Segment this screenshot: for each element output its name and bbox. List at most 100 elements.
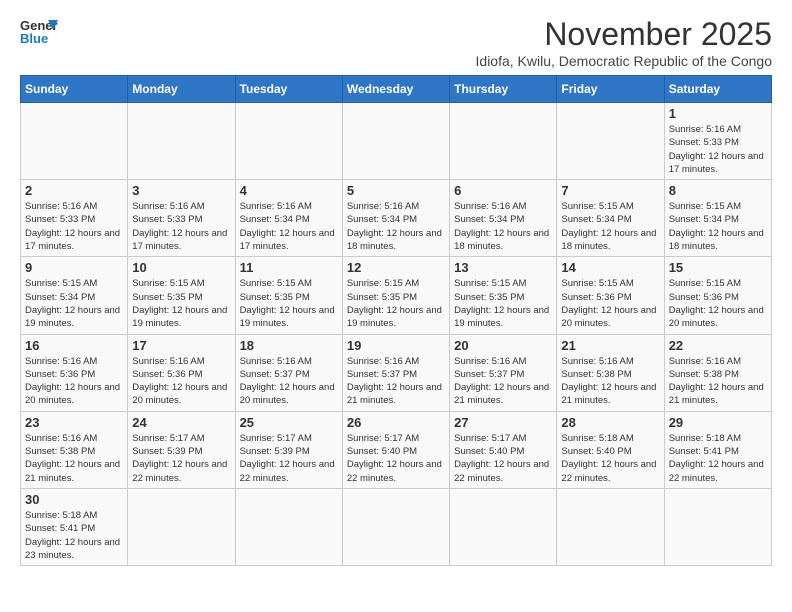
day-number: 21 (561, 338, 659, 353)
calendar-week-row: 2Sunrise: 5:16 AM Sunset: 5:33 PM Daylig… (21, 180, 772, 257)
calendar-table: SundayMondayTuesdayWednesdayThursdayFrid… (20, 75, 772, 566)
day-info: Sunrise: 5:16 AM Sunset: 5:37 PM Dayligh… (347, 355, 445, 408)
day-number: 1 (669, 106, 767, 121)
day-number: 7 (561, 183, 659, 198)
calendar-day-cell: 1 Sunrise: 5:16 AM Sunset: 5:33 PM Daylig… (664, 103, 771, 180)
day-number: 26 (347, 415, 445, 430)
day-info: Sunrise: 5:15 AM Sunset: 5:35 PM Dayligh… (347, 277, 445, 330)
calendar-day-cell (128, 488, 235, 565)
calendar-day-cell: 7 Sunrise: 5:15 AM Sunset: 5:34 PM Daylig… (557, 180, 664, 257)
day-info: Sunrise: 5:16 AM Sunset: 5:34 PM Dayligh… (347, 200, 445, 253)
calendar-header-row: SundayMondayTuesdayWednesdayThursdayFrid… (21, 76, 772, 103)
day-number: 2 (25, 183, 123, 198)
day-info: Sunrise: 5:16 AM Sunset: 5:36 PM Dayligh… (25, 355, 123, 408)
day-number: 15 (669, 260, 767, 275)
day-info: Sunrise: 5:16 AM Sunset: 5:34 PM Dayligh… (240, 200, 338, 253)
calendar-week-row: 9Sunrise: 5:15 AM Sunset: 5:34 PM Daylig… (21, 257, 772, 334)
calendar-day-cell: 26Sunrise: 5:17 AM Sunset: 5:40 PM Dayli… (342, 411, 449, 488)
day-info: Sunrise: 5:15 AM Sunset: 5:35 PM Dayligh… (132, 277, 230, 330)
calendar-day-cell: 22Sunrise: 5:16 AM Sunset: 5:38 PM Dayli… (664, 334, 771, 411)
day-number: 17 (132, 338, 230, 353)
day-number: 18 (240, 338, 338, 353)
calendar-day-cell (557, 103, 664, 180)
day-number: 12 (347, 260, 445, 275)
logo: General Blue (20, 16, 58, 46)
calendar-day-cell (342, 103, 449, 180)
day-number: 22 (669, 338, 767, 353)
calendar-day-cell: 9Sunrise: 5:15 AM Sunset: 5:34 PM Daylig… (21, 257, 128, 334)
day-number: 11 (240, 260, 338, 275)
calendar-day-cell: 3Sunrise: 5:16 AM Sunset: 5:33 PM Daylig… (128, 180, 235, 257)
general-blue-logo-icon: General Blue (20, 16, 58, 46)
day-of-week-header: Thursday (450, 76, 557, 103)
day-number: 8 (669, 183, 767, 198)
calendar-day-cell: 13Sunrise: 5:15 AM Sunset: 5:35 PM Dayli… (450, 257, 557, 334)
calendar-day-cell: 8 Sunrise: 5:15 AM Sunset: 5:34 PM Daylig… (664, 180, 771, 257)
day-info: Sunrise: 5:15 AM Sunset: 5:34 PM Dayligh… (561, 200, 659, 253)
day-number: 30 (25, 492, 123, 507)
day-info: Sunrise: 5:15 AM Sunset: 5:34 PM Dayligh… (25, 277, 123, 330)
calendar-day-cell (557, 488, 664, 565)
calendar-day-cell: 15 Sunrise: 5:15 AM Sunset: 5:36 PM Dayli… (664, 257, 771, 334)
calendar-day-cell: 11Sunrise: 5:15 AM Sunset: 5:35 PM Dayli… (235, 257, 342, 334)
day-of-week-header: Monday (128, 76, 235, 103)
day-number: 13 (454, 260, 552, 275)
calendar-day-cell: 27 Sunrise: 5:17 AM Sunset: 5:40 PM Dayli… (450, 411, 557, 488)
calendar-week-row: 16 Sunrise: 5:16 AM Sunset: 5:36 PM Dayli… (21, 334, 772, 411)
day-info: Sunrise: 5:17 AM Sunset: 5:39 PM Dayligh… (132, 432, 230, 485)
day-number: 5 (347, 183, 445, 198)
calendar-day-cell: 23Sunrise: 5:16 AM Sunset: 5:38 PM Dayli… (21, 411, 128, 488)
calendar-day-cell: 16 Sunrise: 5:16 AM Sunset: 5:36 PM Dayli… (21, 334, 128, 411)
day-number: 28 (561, 415, 659, 430)
calendar-day-cell: 14Sunrise: 5:15 AM Sunset: 5:36 PM Dayli… (557, 257, 664, 334)
calendar-day-cell: 4 Sunrise: 5:16 AM Sunset: 5:34 PM Daylig… (235, 180, 342, 257)
day-info: Sunrise: 5:16 AM Sunset: 5:33 PM Dayligh… (669, 123, 767, 176)
day-info: Sunrise: 5:16 AM Sunset: 5:36 PM Dayligh… (132, 355, 230, 408)
day-number: 24 (132, 415, 230, 430)
calendar-day-cell: 19Sunrise: 5:16 AM Sunset: 5:37 PM Dayli… (342, 334, 449, 411)
calendar-week-row: 23Sunrise: 5:16 AM Sunset: 5:38 PM Dayli… (21, 411, 772, 488)
day-number: 6 (454, 183, 552, 198)
title-block: November 2025 Idiofa, Kwilu, Democratic … (476, 16, 772, 69)
calendar-day-cell (664, 488, 771, 565)
day-of-week-header: Wednesday (342, 76, 449, 103)
day-info: Sunrise: 5:17 AM Sunset: 5:40 PM Dayligh… (454, 432, 552, 485)
svg-text:Blue: Blue (20, 31, 48, 46)
calendar-day-cell: 29 Sunrise: 5:18 AM Sunset: 5:41 PM Dayli… (664, 411, 771, 488)
calendar-day-cell (342, 488, 449, 565)
day-info: Sunrise: 5:16 AM Sunset: 5:34 PM Dayligh… (454, 200, 552, 253)
day-info: Sunrise: 5:16 AM Sunset: 5:38 PM Dayligh… (25, 432, 123, 485)
day-number: 16 (25, 338, 123, 353)
calendar-day-cell (450, 488, 557, 565)
calendar-day-cell: 5 Sunrise: 5:16 AM Sunset: 5:34 PM Daylig… (342, 180, 449, 257)
day-info: Sunrise: 5:16 AM Sunset: 5:37 PM Dayligh… (454, 355, 552, 408)
calendar-day-cell: 30 Sunrise: 5:18 AM Sunset: 5:41 PM Dayli… (21, 488, 128, 565)
calendar-day-cell: 10 Sunrise: 5:15 AM Sunset: 5:35 PM Dayli… (128, 257, 235, 334)
calendar-day-cell: 17 Sunrise: 5:16 AM Sunset: 5:36 PM Dayli… (128, 334, 235, 411)
calendar-day-cell: 24 Sunrise: 5:17 AM Sunset: 5:39 PM Dayli… (128, 411, 235, 488)
calendar-day-cell: 18Sunrise: 5:16 AM Sunset: 5:37 PM Dayli… (235, 334, 342, 411)
day-of-week-header: Sunday (21, 76, 128, 103)
day-info: Sunrise: 5:15 AM Sunset: 5:36 PM Dayligh… (669, 277, 767, 330)
location-subtitle: Idiofa, Kwilu, Democratic Republic of th… (476, 53, 772, 69)
day-of-week-header: Tuesday (235, 76, 342, 103)
day-number: 27 (454, 415, 552, 430)
day-info: Sunrise: 5:15 AM Sunset: 5:34 PM Dayligh… (669, 200, 767, 253)
day-number: 4 (240, 183, 338, 198)
calendar-week-row: 1 Sunrise: 5:16 AM Sunset: 5:33 PM Daylig… (21, 103, 772, 180)
day-info: Sunrise: 5:18 AM Sunset: 5:41 PM Dayligh… (669, 432, 767, 485)
day-info: Sunrise: 5:15 AM Sunset: 5:36 PM Dayligh… (561, 277, 659, 330)
day-info: Sunrise: 5:17 AM Sunset: 5:39 PM Dayligh… (240, 432, 338, 485)
header: General Blue November 2025 Idiofa, Kwilu… (20, 16, 772, 69)
calendar-day-cell: 21 Sunrise: 5:16 AM Sunset: 5:38 PM Dayli… (557, 334, 664, 411)
calendar-day-cell: 6 Sunrise: 5:16 AM Sunset: 5:34 PM Daylig… (450, 180, 557, 257)
day-info: Sunrise: 5:18 AM Sunset: 5:41 PM Dayligh… (25, 509, 123, 562)
day-number: 10 (132, 260, 230, 275)
day-of-week-header: Saturday (664, 76, 771, 103)
day-number: 29 (669, 415, 767, 430)
day-info: Sunrise: 5:16 AM Sunset: 5:38 PM Dayligh… (561, 355, 659, 408)
calendar-day-cell: 28 Sunrise: 5:18 AM Sunset: 5:40 PM Dayli… (557, 411, 664, 488)
day-info: Sunrise: 5:18 AM Sunset: 5:40 PM Dayligh… (561, 432, 659, 485)
calendar-day-cell: 2Sunrise: 5:16 AM Sunset: 5:33 PM Daylig… (21, 180, 128, 257)
month-title: November 2025 (476, 16, 772, 53)
